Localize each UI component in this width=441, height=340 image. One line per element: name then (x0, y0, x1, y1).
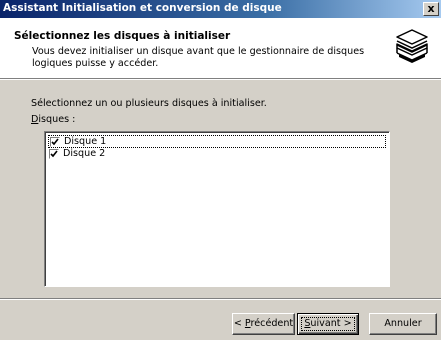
disk-stack-icon (393, 27, 431, 65)
disk-1-label: Disque 1 (64, 136, 107, 147)
cancel-label: Annuler (384, 318, 422, 329)
disks-label: Disques : (31, 114, 75, 125)
back-rest: récédent (250, 318, 294, 329)
back-prefix: < (233, 318, 245, 329)
page-title: Sélectionnez les disques à initialiser (14, 30, 231, 42)
disk-1-checkbox[interactable] (50, 137, 60, 147)
disk-2-checkbox[interactable] (49, 149, 59, 159)
instruction-text: Sélectionnez un ou plusieurs disques à i… (31, 98, 267, 109)
close-button[interactable]: x (423, 2, 439, 16)
cancel-button[interactable]: Annuler (369, 313, 437, 335)
list-item-disk-2[interactable]: Disque 2 (48, 148, 386, 161)
wizard-header: Sélectionnez les disques à initialiser V… (0, 18, 441, 79)
checkmark-icon (51, 138, 59, 146)
page-subtitle: Vous devez initialiser un disque avant q… (32, 46, 365, 69)
next-button[interactable]: Suivant > (297, 313, 359, 335)
checkmark-icon (50, 150, 58, 158)
disks-listbox[interactable]: Disque 1 Disque 2 (44, 131, 390, 287)
close-icon: x (427, 2, 435, 15)
focus-rect (301, 317, 355, 331)
disks-listbox-inner: Disque 1 Disque 2 (45, 132, 389, 286)
window-title: Assistant Initialisation et conversion d… (3, 2, 282, 14)
disk-2-label: Disque 2 (63, 148, 106, 159)
disks-label-rest: isques : (38, 114, 76, 125)
title-bar[interactable]: Assistant Initialisation et conversion d… (0, 0, 441, 18)
footer-divider-highlight (0, 299, 441, 300)
list-item-disk-1[interactable]: Disque 1 (48, 135, 386, 148)
back-button[interactable]: < Précédent (232, 313, 295, 335)
header-divider (0, 79, 441, 80)
wizard-window: Assistant Initialisation et conversion d… (0, 0, 441, 340)
